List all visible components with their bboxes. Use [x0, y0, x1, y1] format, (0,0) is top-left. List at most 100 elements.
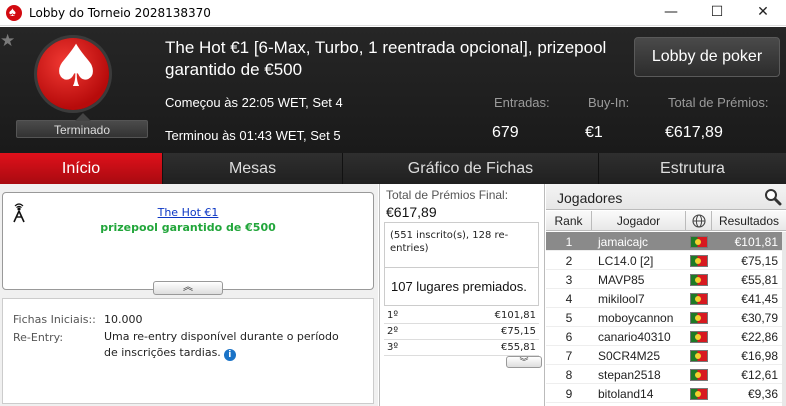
- tab-estrutura[interactable]: Estrutura: [599, 153, 786, 184]
- portugal-flag-icon: [690, 331, 708, 343]
- players-panel: Jogadores Rank Jogador Resultados 1 jama…: [546, 184, 786, 406]
- portugal-flag-icon: [690, 255, 708, 267]
- entries-note-box: (551 inscrito(s), 128 re-entries): [384, 222, 539, 268]
- start-time: Começou às 22:05 WET, Set 4: [165, 95, 343, 110]
- payout-place: 1º: [387, 310, 399, 321]
- player-rank: 3: [565, 273, 573, 287]
- player-rank: 4: [565, 292, 573, 306]
- player-rank: 8: [565, 368, 573, 382]
- player-row[interactable]: 9 bitoland14 €9,36: [546, 384, 786, 403]
- portugal-flag-icon: [690, 369, 708, 381]
- pokerstars-logo: ♠: [37, 32, 109, 110]
- tab-mesas[interactable]: Mesas: [163, 153, 343, 184]
- player-name: bitoland14: [598, 387, 654, 401]
- player-rank: 7: [565, 349, 573, 363]
- tab-grafico-fichas[interactable]: Gráfico de Fichas: [343, 153, 599, 184]
- window-title: Lobby do Torneio 2028138370: [29, 6, 211, 20]
- player-rank: 1: [565, 235, 573, 249]
- buyin-value: €1: [585, 124, 603, 141]
- info-icon[interactable]: i: [223, 349, 236, 361]
- prizepool-panel: Total de Prémios Final: €617,89 (551 ins…: [379, 184, 545, 406]
- player-rank: 9: [565, 387, 573, 401]
- player-name: LC14.0 [2]: [598, 254, 654, 268]
- portugal-flag-icon: [690, 388, 708, 400]
- total-prizes-label: Total de Prémios:: [668, 95, 769, 110]
- player-name: stepan2518: [598, 368, 661, 382]
- payout-row: 3º €55,81: [384, 340, 539, 356]
- reentry-label: Re-Entry:: [13, 331, 64, 344]
- player-result: €41,45: [741, 292, 778, 306]
- collapse-button[interactable]: ︽: [153, 281, 223, 295]
- prizepool-label: Total de Prémios Final:: [386, 188, 509, 202]
- tournament-details: Fichas Iniciais:: 10.000 Re-Entry: Uma r…: [2, 298, 374, 404]
- player-result: €16,98: [741, 349, 778, 363]
- starting-chips-label: Fichas Iniciais::: [13, 313, 96, 326]
- country-column-header[interactable]: [686, 211, 712, 231]
- player-result: €75,15: [741, 254, 778, 268]
- player-result: €55,81: [741, 273, 778, 287]
- player-result: €12,61: [741, 368, 778, 382]
- portugal-flag-icon: [690, 293, 708, 305]
- payout-place: 2º: [387, 326, 399, 337]
- player-result: €9,36: [747, 387, 778, 401]
- tab-bar: Início Mesas Gráfico de Fichas Estrutura: [0, 153, 786, 184]
- total-prizes-value: €617,89: [665, 124, 723, 141]
- player-row[interactable]: 7 S0CR4M25 €16,98: [546, 346, 786, 365]
- payout-amount: €55,81: [501, 342, 536, 353]
- players-list: 1 jamaicajc €101,81 2 LC14.0 [2] €75,15 …: [546, 232, 786, 403]
- places-box: 107 lugares premiados.: [384, 268, 539, 306]
- player-result: €22,86: [741, 330, 778, 344]
- player-name: MAVP85: [598, 273, 645, 287]
- search-icon[interactable]: [764, 188, 782, 206]
- minimize-button[interactable]: —: [648, 0, 694, 26]
- favorite-star-icon[interactable]: ★: [0, 31, 15, 51]
- players-scrollbar[interactable]: [782, 232, 786, 406]
- payout-amount: €101,81: [494, 310, 536, 321]
- player-row[interactable]: 8 stepan2518 €12,61: [546, 365, 786, 384]
- tab-inicio[interactable]: Início: [0, 153, 163, 184]
- starting-chips-value: 10.000: [104, 313, 143, 326]
- buyin-label: Buy-In:: [588, 95, 630, 110]
- player-name: mikilool7: [598, 292, 645, 306]
- entries-note: (551 inscrito(s), 128 re-entries): [390, 230, 509, 254]
- tournament-info-box: The Hot €1 prizepool garantido de €500 ︽: [2, 192, 374, 295]
- entries-value: 679: [492, 124, 519, 141]
- close-button[interactable]: ✕: [740, 0, 786, 26]
- player-row[interactable]: 2 LC14.0 [2] €75,15: [546, 251, 786, 270]
- payout-place: 3º: [387, 342, 399, 353]
- player-row[interactable]: 3 MAVP85 €55,81: [546, 270, 786, 289]
- player-name: jamaicajc: [598, 235, 649, 249]
- player-result: €30,79: [741, 311, 778, 325]
- player-result: €101,81: [734, 235, 778, 249]
- expand-payouts-button[interactable]: ︾: [506, 356, 542, 368]
- tournament-name: The Hot €1 [6-Max, Turbo, 1 reentrada op…: [165, 38, 607, 79]
- player-rank: 2: [565, 254, 573, 268]
- player-row[interactable]: 5 moboycannon €30,79: [546, 308, 786, 327]
- portugal-flag-icon: [690, 274, 708, 286]
- results-column-header[interactable]: Resultados: [712, 211, 786, 231]
- poker-lobby-button[interactable]: Lobby de poker: [634, 37, 780, 77]
- globe-icon: [692, 214, 706, 228]
- portugal-flag-icon: [690, 350, 708, 362]
- player-column-header[interactable]: Jogador: [592, 211, 686, 231]
- player-name: S0CR4M25: [598, 349, 661, 363]
- entries-label: Entradas:: [494, 95, 550, 110]
- tournament-title-link[interactable]: The Hot €1: [3, 206, 373, 219]
- spade-icon: ♠: [50, 32, 102, 100]
- end-time: Terminou às 01:43 WET, Set 5: [165, 128, 341, 143]
- reentry-value: Uma re-entry disponível durante o períod…: [104, 329, 344, 361]
- player-row[interactable]: 6 canario40310 €22,86: [546, 327, 786, 346]
- rank-column-header[interactable]: Rank: [546, 211, 592, 231]
- payout-row: 2º €75,15: [384, 324, 539, 340]
- player-row[interactable]: 1 jamaicajc €101,81: [546, 232, 786, 251]
- player-name: canario40310: [598, 330, 671, 344]
- player-rank: 5: [565, 311, 573, 325]
- player-name: moboycannon: [598, 311, 674, 325]
- payout-row: 1º €101,81: [384, 308, 539, 324]
- portugal-flag-icon: [690, 312, 708, 324]
- player-row[interactable]: 4 mikilool7 €41,45: [546, 289, 786, 308]
- tournament-header: ★ ♠ Terminado The Hot €1 [6-Max, Turbo, …: [0, 27, 786, 153]
- pokerstars-app-icon: [6, 4, 22, 21]
- maximize-button[interactable]: ☐: [694, 0, 740, 26]
- info-panel: The Hot €1 prizepool garantido de €500 ︽…: [0, 184, 378, 406]
